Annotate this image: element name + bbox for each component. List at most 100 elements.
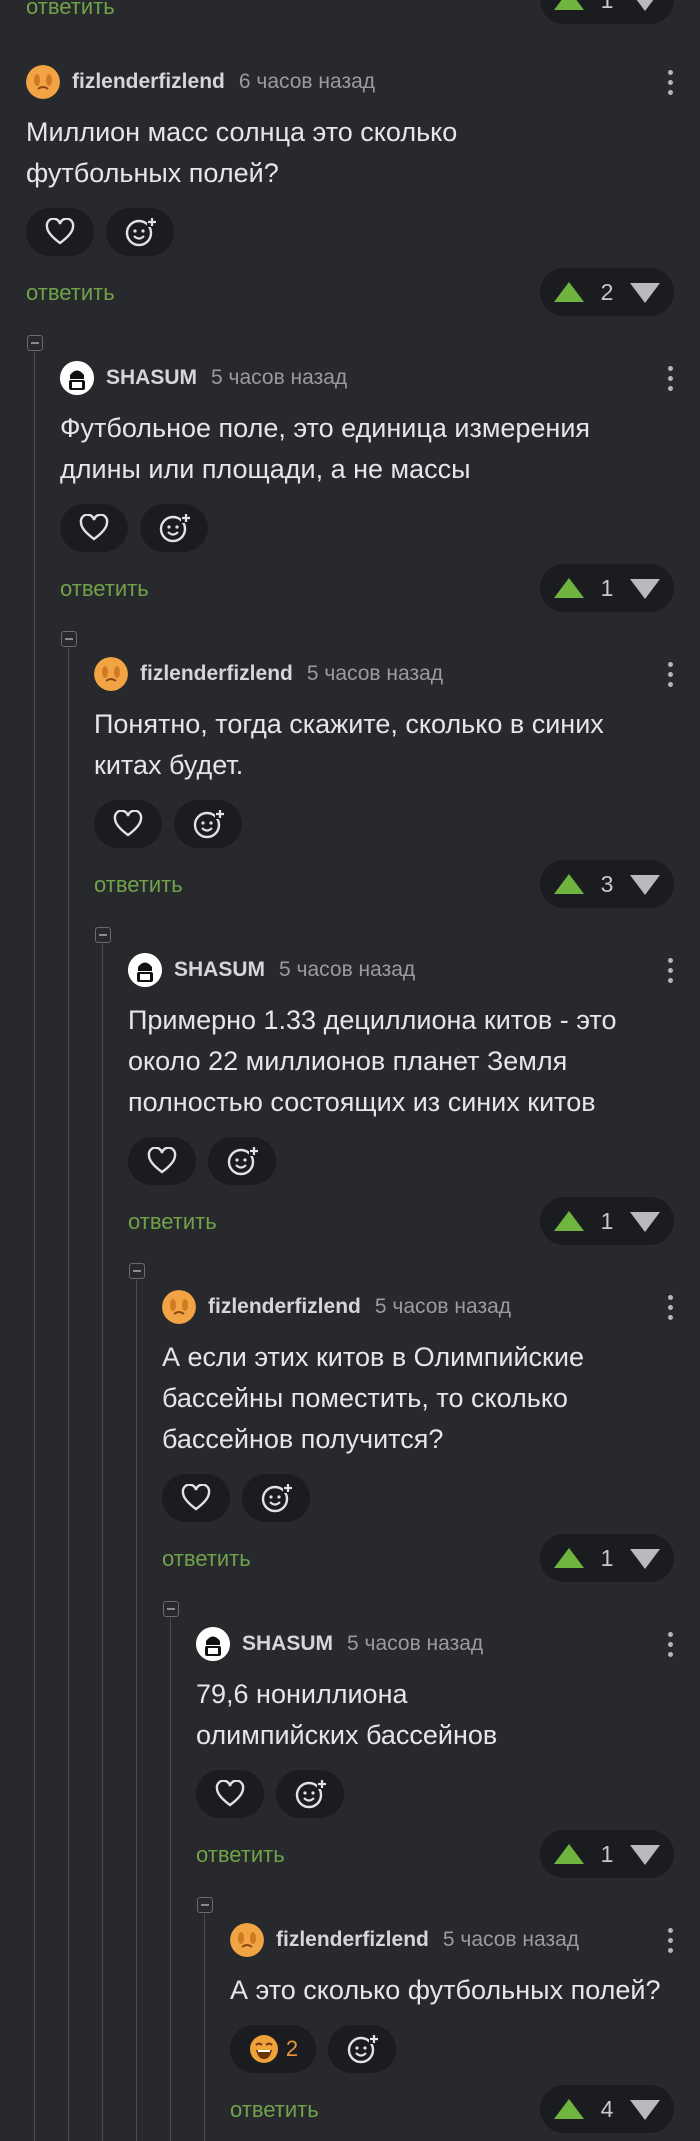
comment-text: Примерно 1.33 дециллиона китов - это око… bbox=[128, 1005, 617, 1117]
heart-icon bbox=[113, 810, 143, 837]
comment-header: fizlenderfizlend 5 часов назад bbox=[162, 1289, 511, 1325]
reply-link[interactable]: ответить bbox=[162, 1546, 251, 1572]
comment-header: SHASUM 5 часов назад bbox=[196, 1626, 483, 1662]
comment-author[interactable]: SHASUM bbox=[242, 1632, 333, 1656]
collapse-thread-button[interactable] bbox=[197, 1897, 213, 1913]
more-options-icon[interactable] bbox=[658, 656, 682, 692]
more-options-icon[interactable] bbox=[658, 360, 682, 396]
avatar[interactable] bbox=[196, 1627, 230, 1661]
hacker-icon bbox=[128, 953, 162, 987]
add-reaction-icon bbox=[261, 1483, 293, 1513]
thread-line bbox=[34, 352, 35, 2141]
reaction-button[interactable]: 2 bbox=[230, 2025, 316, 2073]
comment-time: 6 часов назад bbox=[238, 70, 376, 93]
downvote-icon[interactable] bbox=[630, 1212, 660, 1232]
avatar[interactable] bbox=[26, 65, 60, 99]
orange-face-icon bbox=[94, 657, 128, 691]
collapse-thread-button[interactable] bbox=[27, 335, 43, 351]
heart-icon bbox=[147, 1147, 177, 1174]
comment-text: Футбольное поле, это единица измерения д… bbox=[60, 413, 591, 484]
collapse-thread-button[interactable] bbox=[129, 1263, 145, 1279]
more-options-icon[interactable] bbox=[658, 64, 682, 100]
thread-line bbox=[102, 944, 103, 2141]
comment-author[interactable]: fizlenderfizlend bbox=[276, 1928, 429, 1952]
reply-link[interactable]: ответить bbox=[94, 872, 183, 898]
comment-author[interactable]: fizlenderfizlend bbox=[72, 70, 225, 94]
comment-header: SHASUM 5 часов назад bbox=[128, 952, 415, 988]
downvote-icon[interactable] bbox=[630, 875, 660, 895]
rating-widget: 1 bbox=[540, 564, 674, 612]
comment-text: 79,6 нониллиона олимпийских бассейнов bbox=[196, 1679, 498, 1750]
thread-line bbox=[68, 648, 69, 2141]
collapse-thread-button[interactable] bbox=[163, 1601, 179, 1617]
reply-link[interactable]: ответить bbox=[26, 280, 115, 306]
reply-link[interactable]: ответить bbox=[26, 0, 115, 20]
hacker-icon bbox=[60, 361, 94, 395]
add-reaction-icon bbox=[159, 513, 191, 543]
comment-time: 5 часов назад bbox=[347, 1632, 484, 1655]
downvote-icon[interactable] bbox=[630, 283, 660, 303]
downvote-icon[interactable] bbox=[630, 1845, 660, 1865]
rating-widget: 1 bbox=[540, 1534, 674, 1582]
comment-time: 5 часов назад bbox=[306, 662, 444, 685]
add-reaction-button[interactable] bbox=[208, 1137, 276, 1185]
heart-icon bbox=[79, 514, 109, 541]
rating-widget: 3 bbox=[540, 860, 674, 908]
hacker-icon bbox=[196, 1627, 230, 1661]
more-options-icon[interactable] bbox=[658, 1289, 682, 1325]
orange-face-icon bbox=[230, 1923, 264, 1957]
like-button[interactable] bbox=[26, 208, 94, 256]
avatar[interactable] bbox=[128, 953, 162, 987]
add-reaction-button[interactable] bbox=[242, 1474, 310, 1522]
downvote-icon[interactable] bbox=[630, 579, 660, 599]
like-button[interactable] bbox=[94, 800, 162, 848]
add-reaction-button[interactable] bbox=[106, 208, 174, 256]
reply-link[interactable]: ответить bbox=[128, 1209, 217, 1235]
comment-text: Миллион масс солнца это сколько футбольн… bbox=[26, 117, 458, 188]
comment-author[interactable]: SHASUM bbox=[106, 366, 197, 390]
collapse-thread-button[interactable] bbox=[61, 631, 77, 647]
like-button[interactable] bbox=[162, 1474, 230, 1522]
comment-time: 5 часов назад bbox=[374, 1295, 512, 1318]
add-reaction-button[interactable] bbox=[276, 1770, 344, 1818]
comment-author[interactable]: fizlenderfizlend bbox=[208, 1295, 361, 1319]
comment-text: А если этих китов в Олимпийские бассейны… bbox=[162, 1342, 584, 1454]
downvote-icon[interactable] bbox=[630, 2100, 660, 2120]
comment-author[interactable]: SHASUM bbox=[174, 958, 265, 982]
rating-widget: 1 bbox=[540, 0, 674, 24]
avatar[interactable] bbox=[162, 1290, 196, 1324]
more-options-icon[interactable] bbox=[658, 1922, 682, 1958]
like-button[interactable] bbox=[60, 504, 128, 552]
avatar[interactable] bbox=[60, 361, 94, 395]
collapse-thread-button[interactable] bbox=[95, 927, 111, 943]
comment-header: SHASUM 5 часов назад bbox=[60, 360, 347, 396]
comment-author[interactable]: fizlenderfizlend bbox=[140, 662, 293, 686]
rating-widget: 1 bbox=[540, 1197, 674, 1245]
reply-link[interactable]: ответить bbox=[196, 1842, 285, 1868]
reply-link[interactable]: ответить bbox=[230, 2097, 319, 2123]
like-button[interactable] bbox=[196, 1770, 264, 1818]
comment-text: А это сколько футбольных полей? bbox=[230, 1975, 661, 2005]
add-reaction-icon bbox=[347, 2034, 379, 2064]
reaction-count: 2 bbox=[285, 2036, 299, 2061]
rating-widget: 1 bbox=[540, 1830, 674, 1878]
thread-line bbox=[170, 1618, 171, 2141]
comment-text: Понятно, тогда скажите, сколько в синих … bbox=[94, 709, 604, 780]
more-options-icon[interactable] bbox=[658, 1626, 682, 1662]
add-reaction-icon bbox=[227, 1146, 259, 1176]
avatar[interactable] bbox=[230, 1923, 264, 1957]
comment-header: fizlenderfizlend 5 часов назад bbox=[230, 1922, 579, 1958]
avatar[interactable] bbox=[94, 657, 128, 691]
comment-time: 5 часов назад bbox=[211, 366, 348, 389]
add-reaction-button[interactable] bbox=[174, 800, 242, 848]
add-reaction-button[interactable] bbox=[140, 504, 208, 552]
reply-link[interactable]: ответить bbox=[60, 576, 149, 602]
rating-widget: 2 bbox=[540, 268, 674, 316]
orange-face-icon bbox=[26, 65, 60, 99]
rating-widget: 4 bbox=[540, 2085, 674, 2133]
like-button[interactable] bbox=[128, 1137, 196, 1185]
more-options-icon[interactable] bbox=[658, 952, 682, 988]
downvote-icon[interactable] bbox=[630, 1549, 660, 1569]
add-reaction-button[interactable] bbox=[328, 2025, 396, 2073]
downvote-icon[interactable] bbox=[630, 0, 660, 11]
